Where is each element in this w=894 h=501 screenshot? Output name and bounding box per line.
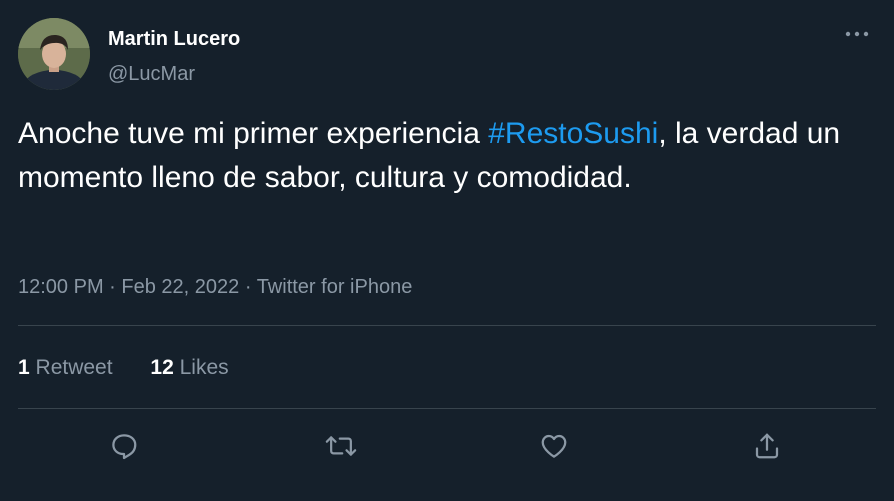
- tweet-text: Anoche tuve mi primer experiencia #Resto…: [18, 112, 848, 200]
- author-name[interactable]: Martin Lucero: [108, 28, 240, 51]
- tweet-source[interactable]: Twitter for iPhone: [257, 276, 413, 298]
- more-icon[interactable]: [842, 24, 872, 44]
- author-handle[interactable]: @LucMar: [108, 63, 195, 86]
- likes-label: Likes: [179, 356, 229, 379]
- likes-count: 12: [150, 356, 174, 379]
- meta-separator: ·: [239, 276, 257, 298]
- likes-stat[interactable]: 12 Likes: [150, 356, 228, 380]
- tweet-meta: 12:00 PM · Feb 22, 2022 · Twitter for iP…: [18, 276, 412, 299]
- hashtag-link[interactable]: #RestoSushi: [488, 117, 658, 150]
- retweets-label: Retweet: [35, 356, 113, 379]
- reply-icon[interactable]: [104, 426, 144, 466]
- retweets-count: 1: [18, 356, 30, 379]
- tweet-stats: 1 Retweet 12 Likes: [18, 356, 261, 380]
- tweet-header: Martin Lucero @LucMar: [18, 18, 876, 92]
- like-icon[interactable]: [534, 426, 574, 466]
- meta-separator: ·: [103, 276, 122, 298]
- retweet-icon[interactable]: [321, 426, 361, 466]
- tweet-text-start: Anoche tuve mi primer experiencia: [18, 117, 489, 150]
- tweet-card: Martin Lucero @LucMar Anoche tuve mi pri…: [0, 0, 894, 501]
- tweet-date[interactable]: Feb 22, 2022: [121, 276, 239, 298]
- retweets-stat[interactable]: 1 Retweet: [18, 356, 113, 380]
- share-icon[interactable]: [747, 426, 787, 466]
- tweet-time[interactable]: 12:00 PM: [18, 276, 104, 298]
- divider: [18, 325, 876, 326]
- action-bar: [0, 426, 894, 466]
- avatar[interactable]: [18, 18, 90, 90]
- divider: [18, 408, 876, 409]
